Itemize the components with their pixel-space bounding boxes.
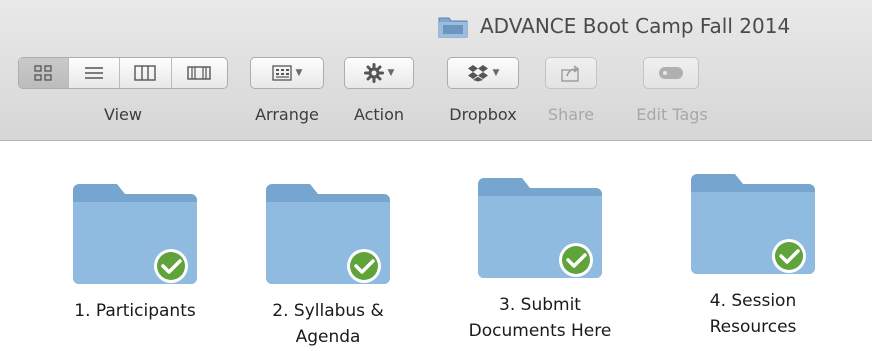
folder-label: 3. Submit Documents Here — [455, 292, 625, 344]
window-title: ADVANCE Boot Camp Fall 2014 — [480, 14, 791, 38]
folder-item-submit-documents[interactable]: 3. Submit Documents Here — [455, 172, 625, 344]
arrange-label: Arrange — [255, 105, 319, 124]
folder-label: 2. Syllabus & Agenda — [243, 298, 413, 350]
view-mode-control[interactable] — [18, 57, 228, 89]
action-button[interactable]: ▼ — [344, 57, 414, 89]
list-view-button[interactable] — [69, 58, 121, 88]
folder-label-line: Resources — [709, 317, 797, 337]
share-button[interactable] — [545, 57, 597, 89]
folder-label-line: 2. Syllabus & — [272, 301, 384, 321]
share-label: Share — [547, 105, 595, 124]
arrange-button-face: ▼ — [251, 58, 323, 88]
sync-check-icon — [157, 252, 185, 280]
edit-tags-button-face — [644, 58, 698, 88]
folder-icon — [266, 184, 390, 284]
column-view-icon — [134, 65, 156, 81]
finder-toolbar: ADVANCE Boot Camp Fall 2014 View ▼ Arran… — [0, 0, 872, 141]
column-view-button[interactable] — [120, 58, 172, 88]
window-title-area: ADVANCE Boot Camp Fall 2014 — [438, 14, 790, 38]
dropdown-caret-icon: ▼ — [492, 68, 500, 78]
folder-label-line: 1. Participants — [74, 301, 196, 321]
share-icon — [561, 65, 580, 82]
gear-icon — [363, 63, 384, 83]
dropdown-caret-icon: ▼ — [295, 68, 303, 78]
cover-flow-view-button[interactable] — [172, 58, 227, 88]
edit-tags-button[interactable] — [643, 57, 699, 89]
icon-view-icon — [34, 65, 52, 81]
arrange-icon — [271, 65, 292, 81]
folder-icon — [73, 184, 197, 284]
sync-check-icon — [562, 246, 590, 274]
folder-label-line: 3. Submit — [499, 295, 581, 315]
edit-tags-label: Edit Tags — [636, 105, 708, 124]
folder-icon — [438, 17, 468, 38]
tag-icon — [659, 67, 683, 79]
dropdown-caret-icon: ▼ — [387, 68, 395, 78]
share-button-face — [546, 58, 596, 88]
dropbox-icon — [467, 65, 488, 82]
folder-label-line: 4. Session — [709, 291, 797, 311]
action-button-face: ▼ — [345, 58, 413, 88]
folder-label: 1. Participants — [50, 298, 220, 324]
sync-check-icon — [775, 242, 803, 270]
view-label: View — [104, 105, 142, 124]
arrange-button[interactable]: ▼ — [250, 57, 324, 89]
dropbox-label: Dropbox — [449, 105, 517, 124]
folder-label-line: Documents Here — [468, 321, 612, 341]
action-label: Action — [353, 105, 405, 124]
folder-label-line: Agenda — [295, 327, 361, 347]
folder-label: 4. Session Resources — [668, 288, 838, 340]
list-view-icon — [84, 67, 103, 79]
folder-icon — [478, 178, 602, 278]
sync-check-icon — [350, 252, 378, 280]
dropbox-button-face: ▼ — [448, 58, 518, 88]
cover-flow-icon — [187, 66, 211, 80]
folder-item-participants[interactable]: 1. Participants — [50, 178, 220, 324]
folder-item-syllabus-agenda[interactable]: 2. Syllabus & Agenda — [243, 178, 413, 350]
folder-item-session-resources[interactable]: 4. Session Resources — [668, 168, 838, 340]
icon-view-button[interactable] — [19, 58, 69, 88]
dropbox-button[interactable]: ▼ — [447, 57, 519, 89]
folder-icon — [691, 174, 815, 274]
